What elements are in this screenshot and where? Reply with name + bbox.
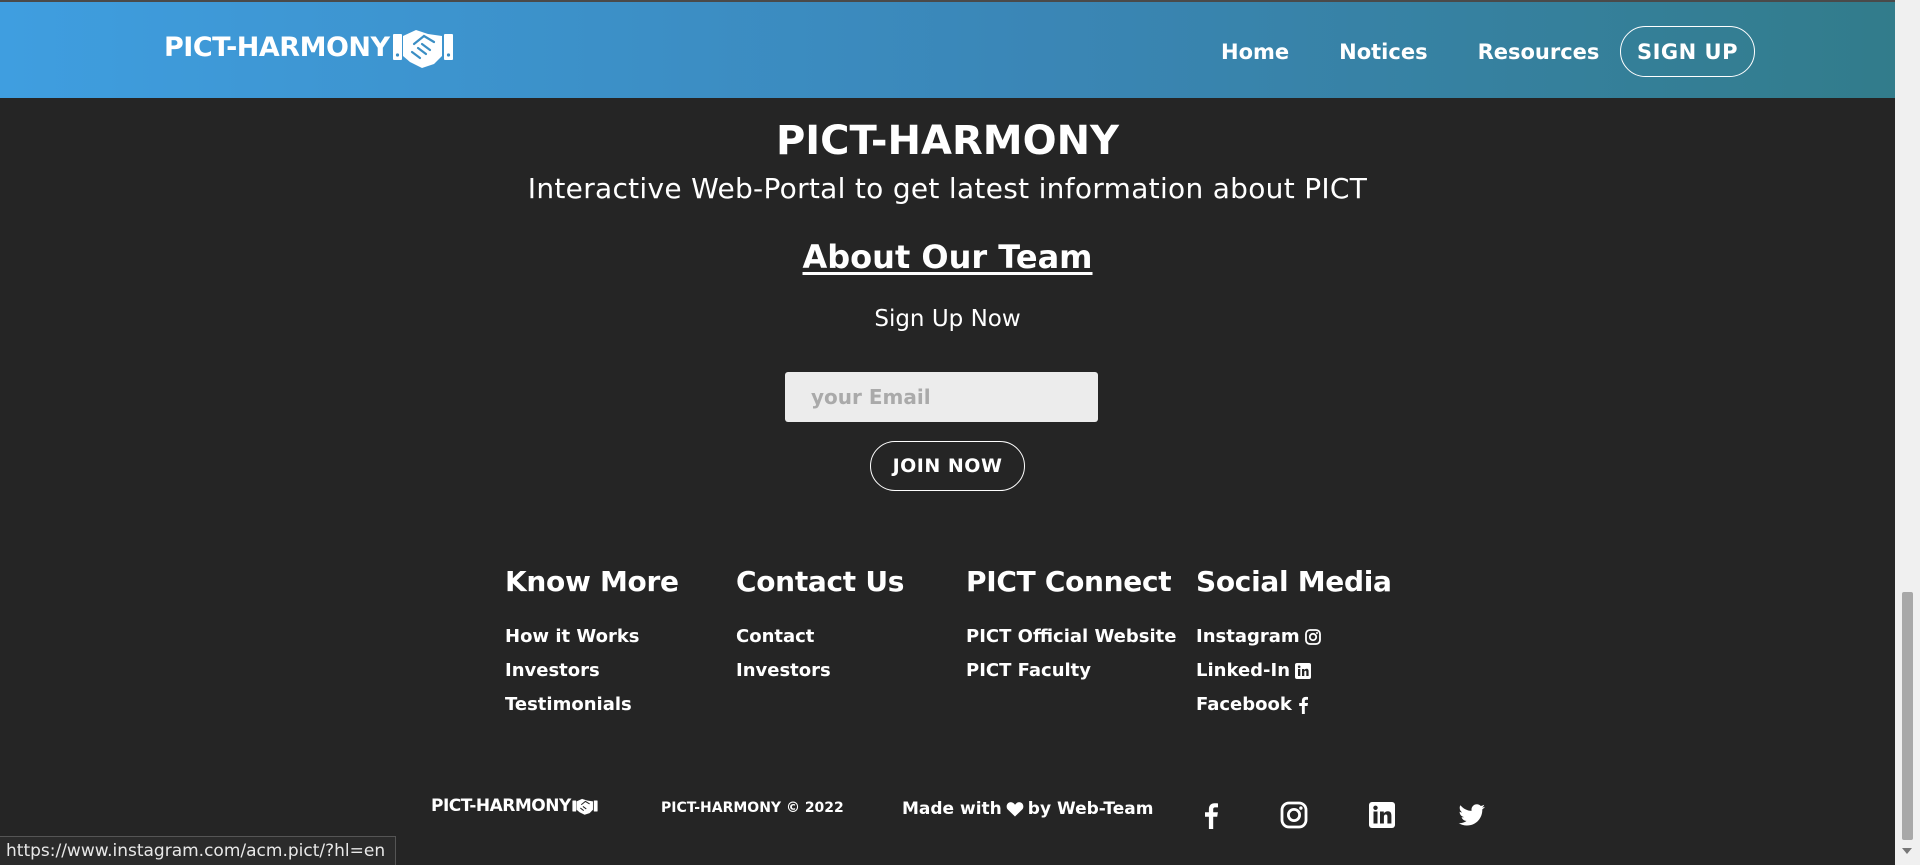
link-instagram[interactable]: Instagram [1196,620,1392,654]
about-team-heading: About Our Team [0,238,1895,276]
scrollbar-thumb[interactable] [1902,592,1913,840]
link-label: Linked-In [1196,660,1291,681]
footer-brand-name: PICT-HARMONY [431,796,571,816]
twitter-icon[interactable] [1457,800,1487,830]
status-bar-url: https://www.instagram.com/acm.pict/?hl=e… [0,836,397,865]
linkedin-icon[interactable] [1367,800,1397,830]
column-title: Social Media [1196,565,1392,598]
top-navbar: PICT-HARMONY Home Notices Resources SIGN… [0,0,1895,98]
handshake-icon [392,30,453,68]
about-team-link[interactable]: About Our Team [803,238,1093,276]
brand-logo[interactable]: PICT-HARMONY [164,24,454,70]
vertical-scrollbar[interactable] [1895,0,1920,865]
join-now-button[interactable]: JOIN NOW [870,441,1025,491]
facebook-icon [1299,696,1308,714]
site-title: PICT-HARMONY [775,118,1120,164]
nav-notices[interactable]: Notices [1339,40,1427,64]
heart-icon [1006,802,1024,817]
handshake-icon [572,798,598,815]
link-investors-contact[interactable]: Investors [736,654,904,688]
copyright-text: PICT-HARMONY © 2022 [661,800,844,816]
email-field[interactable] [785,372,1098,422]
link-pict-official-website[interactable]: PICT Official Website [966,620,1176,654]
signup-button[interactable]: SIGN UP [1620,26,1755,77]
made-with-prefix: Made with [902,799,1002,819]
link-contact[interactable]: Contact [736,620,904,654]
link-investors[interactable]: Investors [505,654,679,688]
instagram-icon [1304,629,1321,645]
site-tagline: Interactive Web-Portal to get latest inf… [527,172,1368,205]
nav-resources[interactable]: Resources [1478,40,1600,64]
linkedin-icon [1295,663,1312,679]
footer-column-contact-us: Contact Us Contact Investors [736,565,904,688]
signup-prompt: Sign Up Now [874,306,1021,332]
link-how-it-works[interactable]: How it Works [505,620,679,654]
link-label: Facebook [1196,694,1292,715]
brand-name: PICT-HARMONY [164,31,390,63]
footer-column-pict-connect: PICT Connect PICT Official Website PICT … [966,565,1176,688]
link-testimonials[interactable]: Testimonials [505,688,679,722]
link-linkedin[interactable]: Linked-In [1196,654,1392,688]
link-label: Instagram [1196,626,1300,647]
facebook-icon[interactable] [1196,800,1226,830]
footer-column-social-media: Social Media Instagram Linked-In Faceboo… [1196,565,1392,722]
link-facebook[interactable]: Facebook [1196,688,1392,722]
footer-brand[interactable]: PICT-HARMONY [431,796,598,816]
nav-home[interactable]: Home [1221,40,1289,64]
footer-column-know-more: Know More How it Works Investors Testimo… [505,565,679,722]
column-title: Contact Us [736,565,905,598]
nav-links: Home Notices Resources [1221,40,1649,64]
scroll-down-arrow-icon[interactable] [1902,848,1912,854]
link-pict-faculty[interactable]: PICT Faculty [966,654,1176,688]
made-with-suffix: by Web-Team [1027,799,1154,819]
instagram-icon[interactable] [1279,800,1309,830]
made-with-credit: Made with by Web-Team [902,799,1153,819]
column-title: PICT Connect [966,565,1172,598]
column-title: Know More [505,565,679,598]
